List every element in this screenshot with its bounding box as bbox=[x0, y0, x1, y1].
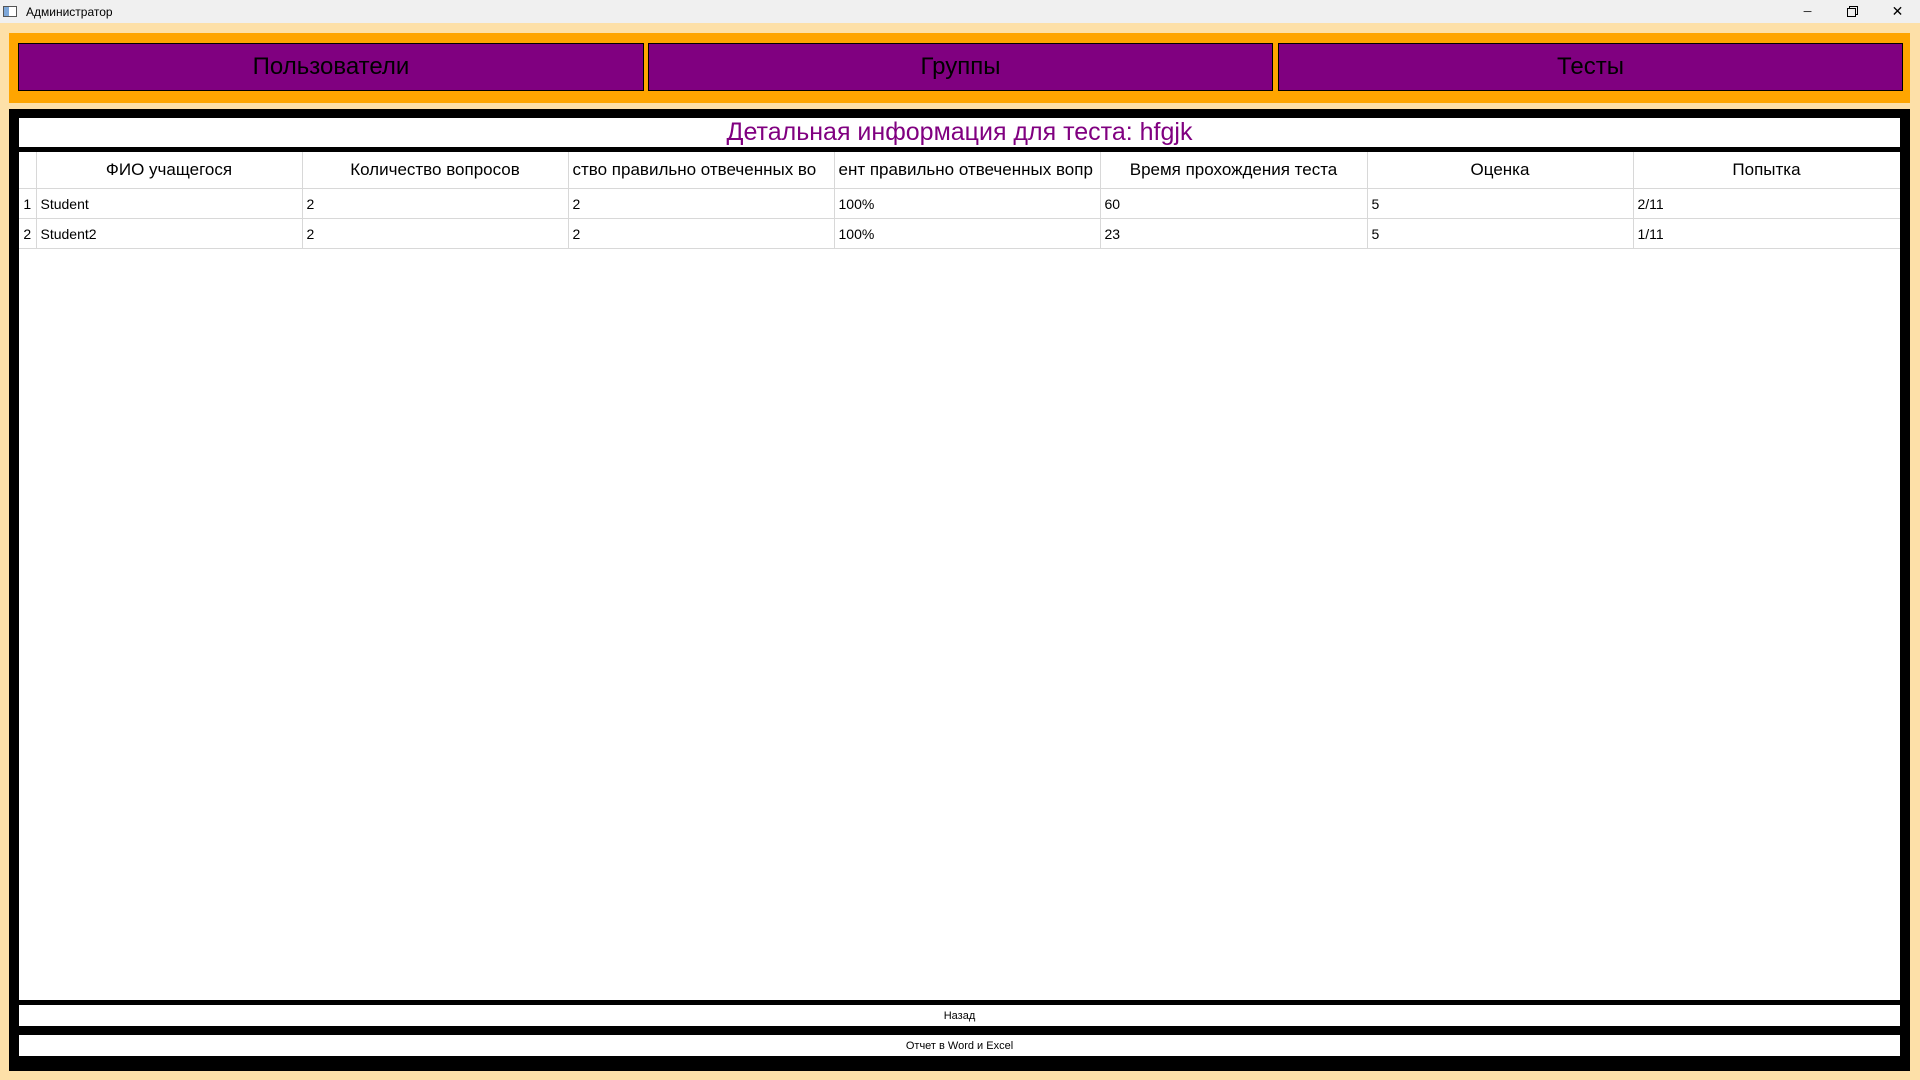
results-table[interactable]: ФИО учащегося Количество вопросов ство п… bbox=[19, 152, 1900, 1000]
back-button[interactable]: Назад bbox=[19, 1005, 1900, 1026]
minimize-button[interactable]: ─ bbox=[1785, 0, 1830, 23]
report-button[interactable]: Отчет в Word и Excel bbox=[19, 1035, 1900, 1056]
column-header[interactable]: Количество вопросов bbox=[302, 152, 569, 189]
row-number: 2 bbox=[19, 218, 37, 249]
table-cell[interactable]: 1/11 bbox=[1633, 218, 1900, 249]
row-number: 1 bbox=[19, 188, 37, 219]
table-cell[interactable]: 2 bbox=[568, 188, 835, 219]
page-title: Детальная информация для теста: hfgjk bbox=[726, 118, 1193, 146]
table-cell[interactable]: Student2 bbox=[36, 218, 303, 249]
nav-users-button[interactable]: Пользователи bbox=[18, 43, 644, 91]
table-cell[interactable]: 23 bbox=[1100, 218, 1368, 249]
column-header[interactable]: ство правильно отвеченных во bbox=[568, 152, 835, 189]
column-header[interactable]: Оценка bbox=[1367, 152, 1634, 189]
title-bar: Администратор ─ ✕ bbox=[0, 0, 1920, 23]
window-controls: ─ ✕ bbox=[1785, 0, 1920, 23]
table-cell[interactable]: 2 bbox=[568, 218, 835, 249]
table-cell[interactable]: 100% bbox=[834, 188, 1101, 219]
nav-bar: Пользователи Группы Тесты bbox=[9, 33, 1910, 103]
table-cell[interactable]: 2 bbox=[302, 218, 569, 249]
table-cell[interactable]: 2/11 bbox=[1633, 188, 1900, 219]
table-cell[interactable]: 60 bbox=[1100, 188, 1368, 219]
nav-tests-button[interactable]: Тесты bbox=[1278, 43, 1903, 91]
table-cell[interactable]: 5 bbox=[1367, 218, 1634, 249]
app-body: Пользователи Группы Тесты Детальная инфо… bbox=[0, 23, 1920, 1080]
table-cell[interactable]: 2 bbox=[302, 188, 569, 219]
app-icon bbox=[3, 6, 17, 17]
table-row[interactable]: 1 Student 2 2 100% 60 5 2/11 bbox=[19, 188, 1900, 219]
table-cell[interactable]: 100% bbox=[834, 218, 1101, 249]
column-header[interactable]: Попытка bbox=[1633, 152, 1900, 189]
main-panel: Детальная информация для теста: hfgjk ФИ… bbox=[9, 109, 1910, 1071]
restore-icon bbox=[1847, 6, 1858, 17]
close-icon: ✕ bbox=[1891, 3, 1904, 19]
close-button[interactable]: ✕ bbox=[1875, 0, 1920, 23]
header-box: Детальная информация для теста: hfgjk bbox=[19, 118, 1900, 147]
column-header[interactable]: ФИО учащегося bbox=[36, 152, 303, 189]
nav-groups-button[interactable]: Группы bbox=[648, 43, 1273, 91]
table-row[interactable]: 2 Student2 2 2 100% 23 5 1/11 bbox=[19, 218, 1900, 249]
window-title: Администратор bbox=[26, 4, 113, 19]
column-header[interactable]: Время прохождения теста bbox=[1100, 152, 1368, 189]
table-cell[interactable]: 5 bbox=[1367, 188, 1634, 219]
table-header-row: ФИО учащегося Количество вопросов ство п… bbox=[19, 152, 1900, 189]
table-cell[interactable]: Student bbox=[36, 188, 303, 219]
column-header[interactable]: ент правильно отвеченных вопр bbox=[834, 152, 1101, 189]
row-header-corner bbox=[19, 152, 37, 189]
minimize-icon: ─ bbox=[1803, 5, 1812, 18]
restore-button[interactable] bbox=[1830, 0, 1875, 23]
